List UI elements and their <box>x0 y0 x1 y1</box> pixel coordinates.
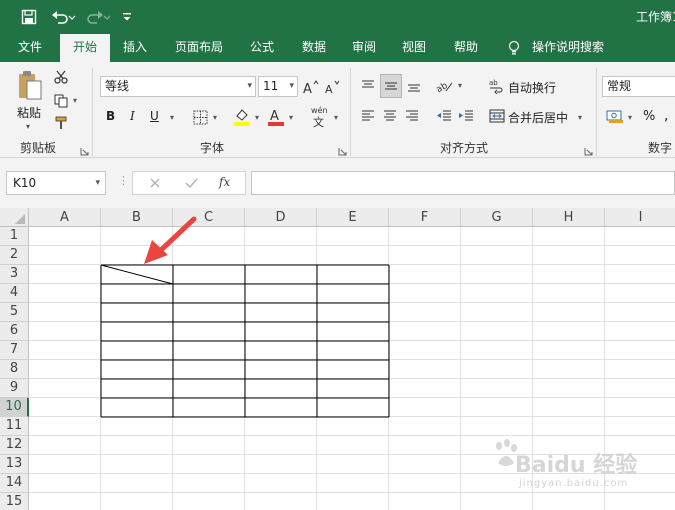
middle-align-icon[interactable] <box>380 74 402 98</box>
name-box-value: K10 <box>13 176 37 190</box>
clipboard-launcher-icon[interactable] <box>80 145 89 156</box>
font-size-combo[interactable]: 11 ▾ <box>258 76 298 97</box>
percent-style-button[interactable]: % <box>643 109 655 124</box>
wrap-text-icon[interactable]: ab <box>488 76 506 96</box>
baidu-jingyan-watermark: Baidu 经验 jingyan.baidu.com <box>493 433 673 503</box>
phonetic-guide-icon[interactable]: wén 文 <box>308 106 332 129</box>
merge-center-icon[interactable] <box>488 106 506 126</box>
font-color-dropdown-icon[interactable]: ▾ <box>289 113 293 122</box>
svg-text:ab: ab <box>436 81 450 93</box>
font-name-combo[interactable]: 等线 ▾ <box>100 76 256 97</box>
bold-button[interactable]: B <box>106 109 115 123</box>
font-launcher-icon[interactable] <box>338 145 347 156</box>
align-center-icon[interactable] <box>380 106 400 126</box>
watermark-text: Baidu 经验 <box>515 453 638 478</box>
tab-data[interactable]: 数据 <box>292 34 336 62</box>
orientation-dropdown-icon[interactable]: ▾ <box>458 81 462 90</box>
alignment-launcher-icon[interactable] <box>584 145 593 156</box>
redo-icon[interactable] <box>84 6 114 28</box>
formula-input[interactable] <box>251 171 675 195</box>
merge-center-button[interactable]: 合并后居中 <box>508 109 568 126</box>
cancel-icon[interactable] <box>147 175 163 191</box>
accounting-dropdown-icon[interactable]: ▾ <box>628 113 632 122</box>
formula-bar: K10 ▾ ⋮ fx <box>0 158 675 208</box>
tab-file[interactable]: 文件 <box>6 34 54 62</box>
group-separator <box>92 68 93 156</box>
name-box[interactable]: K10 ▾ <box>6 171 106 195</box>
borders-dropdown-icon[interactable]: ▾ <box>213 113 217 122</box>
font-size-value: 11 <box>263 79 279 93</box>
ribbon-tabs: 文件 开始 插入 页面布局 公式 数据 审阅 视图 帮助 操作说明搜索 <box>0 34 675 62</box>
ribbon-home: 粘贴 ▾ ▾ 剪贴板 等线 ▾ 11 ▾ A A B I U ▾ ▾ ▾ A ▾ <box>0 62 675 158</box>
cut-icon[interactable] <box>52 68 70 86</box>
formula-bar-grip-icon: ⋮ <box>118 174 129 187</box>
paste-label[interactable]: 粘贴 <box>17 104 41 121</box>
number-group-label: 数字 <box>648 141 673 155</box>
number-format-value: 常规 <box>607 79 632 93</box>
group-separator <box>596 68 597 156</box>
tab-page-layout[interactable]: 页面布局 <box>166 34 232 62</box>
enter-icon[interactable] <box>183 175 199 191</box>
undo-icon[interactable] <box>49 6 79 28</box>
fill-color-icon[interactable] <box>232 106 252 128</box>
copy-icon[interactable] <box>52 92 70 110</box>
tab-insert[interactable]: 插入 <box>114 34 156 62</box>
top-align-icon[interactable] <box>358 76 378 96</box>
svg-text:A: A <box>303 82 312 95</box>
underline-button[interactable]: U <box>150 109 159 123</box>
font-color-icon[interactable]: A <box>266 106 286 128</box>
svg-text:A: A <box>325 83 333 95</box>
paste-icon[interactable] <box>12 68 48 104</box>
save-icon[interactable] <box>18 6 40 28</box>
format-painter-icon[interactable] <box>52 114 70 132</box>
wrap-text-button[interactable]: 自动换行 <box>508 79 556 96</box>
accounting-format-icon[interactable] <box>604 106 626 126</box>
orientation-icon[interactable]: ab <box>434 76 456 96</box>
copy-dropdown-icon[interactable]: ▾ <box>73 96 77 105</box>
tab-formulas[interactable]: 公式 <box>240 34 284 62</box>
font-color-letter: A <box>270 109 279 124</box>
group-separator <box>350 68 351 156</box>
increase-font-size-icon[interactable]: A <box>302 77 320 97</box>
underline-dropdown-icon[interactable]: ▾ <box>170 113 174 122</box>
phonetic-dropdown-icon[interactable]: ▾ <box>334 113 338 122</box>
title-bar: 工作簿1 <box>0 0 675 34</box>
cell-b3-diagonal-border <box>100 264 174 285</box>
font-size-dropdown-icon[interactable]: ▾ <box>289 77 294 96</box>
number-format-combo[interactable]: 常规 <box>602 76 675 97</box>
formula-buttons: fx <box>132 171 246 195</box>
font-group-label: 字体 <box>200 141 225 155</box>
tab-review[interactable]: 审阅 <box>342 34 386 62</box>
lightbulb-icon <box>508 40 520 59</box>
comma-style-button[interactable]: , <box>664 108 668 124</box>
font-name-value: 等线 <box>105 79 130 93</box>
font-name-dropdown-icon[interactable]: ▾ <box>247 77 252 96</box>
decrease-indent-icon[interactable] <box>434 106 454 126</box>
tell-me-search[interactable]: 操作说明搜索 <box>528 34 608 62</box>
paste-dropdown-icon[interactable]: ▾ <box>26 122 30 131</box>
name-box-dropdown-icon[interactable]: ▾ <box>95 172 100 194</box>
insert-function-button[interactable]: fx <box>219 175 230 189</box>
decrease-font-size-icon[interactable]: A <box>324 77 342 97</box>
alignment-group-label: 对齐方式 <box>440 141 489 155</box>
align-right-icon[interactable] <box>402 106 422 126</box>
merge-dropdown-icon[interactable]: ▾ <box>578 113 582 122</box>
increase-indent-icon[interactable] <box>456 106 476 126</box>
clipboard-group-label: 剪贴板 <box>20 141 57 155</box>
bottom-align-icon[interactable] <box>404 76 424 96</box>
window-title: 工作簿1 <box>636 10 675 24</box>
borders-icon[interactable] <box>190 107 210 127</box>
italic-button[interactable]: I <box>130 109 135 123</box>
tab-home[interactable]: 开始 <box>60 34 110 62</box>
fill-color-dropdown-icon[interactable]: ▾ <box>255 113 259 122</box>
tab-view[interactable]: 视图 <box>392 34 436 62</box>
tab-help[interactable]: 帮助 <box>444 34 488 62</box>
svg-text:ab: ab <box>489 79 498 87</box>
customize-qat-icon[interactable] <box>120 6 134 28</box>
watermark-url: jingyan.baidu.com <box>519 478 629 489</box>
align-left-icon[interactable] <box>358 106 378 126</box>
